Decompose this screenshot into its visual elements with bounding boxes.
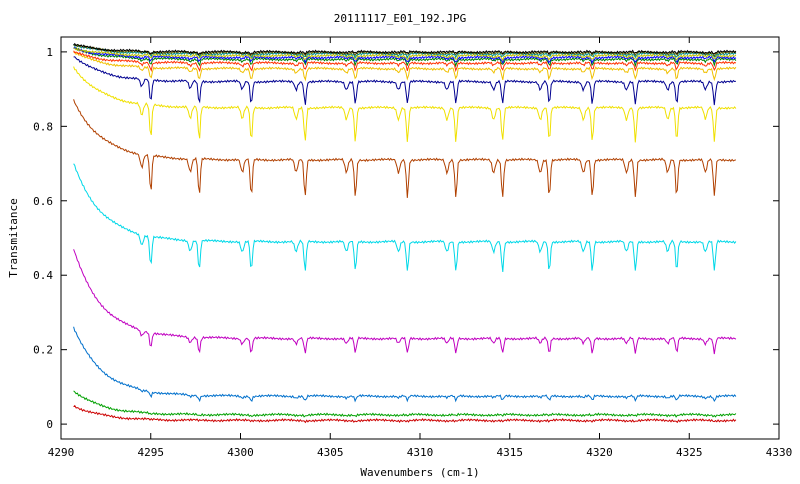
- y-tick-label: 0.2: [33, 344, 53, 357]
- y-axis-label: Transmitance: [7, 198, 20, 277]
- chart-root: 20111117_E01_192.JPG 4290 4295 4300 4305 431…: [0, 0, 800, 480]
- y-tick-label: 0.4: [33, 269, 53, 282]
- series-line: [73, 390, 737, 418]
- y-axis: 0 0.2 0.4 0.6 0.8 1: [33, 46, 779, 431]
- x-tick-label: 4290: [48, 446, 75, 459]
- series-line: [73, 66, 737, 143]
- y-tick-label: 0.6: [33, 195, 53, 208]
- series-line: [73, 249, 737, 355]
- x-tick-label: 4325: [676, 446, 703, 459]
- x-tick-label: 4310: [407, 446, 434, 459]
- x-tick-label: 4300: [227, 446, 254, 459]
- series-line: [73, 404, 737, 424]
- x-tick-label: 4305: [317, 446, 344, 459]
- x-tick-label: 4295: [138, 446, 165, 459]
- series-layer: [73, 42, 737, 424]
- y-tick-label: 1: [46, 46, 53, 59]
- x-tick-label: 4315: [497, 446, 524, 459]
- y-tick-label: 0.8: [33, 120, 53, 133]
- x-axis-label: Wavenumbers (cm-1): [360, 466, 479, 479]
- transmittance-chart: 20111117_E01_192.JPG 4290 4295 4300 4305 431…: [7, 12, 793, 479]
- x-tick-label: 4330: [766, 446, 793, 459]
- y-tick-label: 0: [46, 418, 53, 431]
- series-line: [73, 42, 737, 56]
- x-tick-label: 4320: [586, 446, 613, 459]
- chart-title: 20111117_E01_192.JPG: [334, 12, 466, 25]
